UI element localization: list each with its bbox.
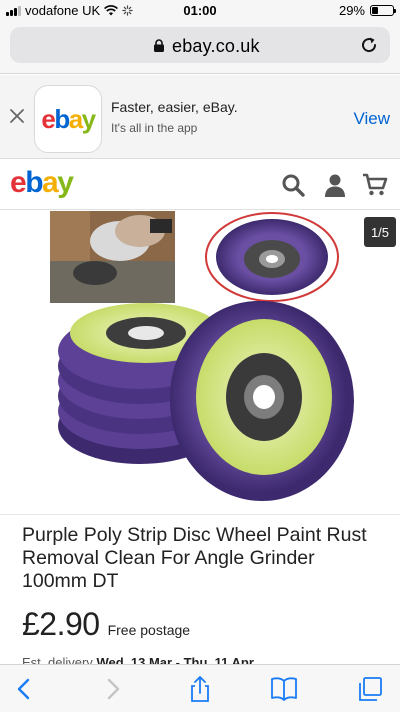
reload-icon[interactable] bbox=[359, 35, 379, 55]
forward-icon[interactable] bbox=[99, 676, 127, 702]
address-bar[interactable]: ebay.co.uk bbox=[10, 27, 390, 63]
browser-address-area: ebay.co.uk bbox=[0, 22, 400, 74]
single-disc-photo bbox=[205, 212, 339, 302]
product-image bbox=[50, 211, 354, 501]
price-row: £2.90 Free postage bbox=[22, 606, 190, 643]
product-gallery[interactable]: 1/5 bbox=[0, 211, 400, 513]
smart-app-banner: ebay Faster, easier, eBay. It's all in t… bbox=[0, 75, 400, 159]
ebay-logo[interactable]: ebay bbox=[10, 166, 74, 200]
product-price: £2.90 bbox=[22, 606, 100, 642]
search-icon[interactable] bbox=[280, 172, 306, 198]
view-app-button[interactable]: View bbox=[353, 109, 390, 129]
banner-title: Faster, easier, eBay. bbox=[111, 99, 238, 115]
battery-group: 29% bbox=[338, 3, 396, 18]
back-icon[interactable] bbox=[10, 676, 38, 702]
url-text: ebay.co.uk bbox=[172, 36, 260, 56]
share-icon[interactable] bbox=[186, 676, 214, 702]
front-disc bbox=[170, 301, 354, 501]
battery-percent: 29% bbox=[338, 3, 365, 18]
battery-icon bbox=[370, 5, 396, 16]
user-icon[interactable] bbox=[322, 172, 348, 198]
banner-subtitle: It's all in the app bbox=[111, 121, 198, 135]
app-logo: ebay bbox=[41, 103, 96, 134]
lock-icon bbox=[154, 39, 164, 52]
inset-photo bbox=[50, 211, 175, 303]
site-header: ebay bbox=[0, 160, 400, 210]
app-icon: ebay bbox=[34, 85, 102, 153]
image-counter: 1/5 bbox=[364, 217, 396, 247]
postage-label: Free postage bbox=[107, 622, 191, 638]
cart-icon[interactable] bbox=[362, 172, 388, 198]
tabs-icon[interactable] bbox=[356, 676, 384, 702]
bookmarks-icon[interactable] bbox=[270, 676, 298, 702]
browser-toolbar bbox=[0, 664, 400, 712]
divider bbox=[0, 514, 400, 515]
product-title: Purple Poly Strip Disc Wheel Paint Rust … bbox=[22, 524, 367, 592]
status-bar: vodafone UK 01:00 29% bbox=[0, 0, 400, 22]
close-icon[interactable] bbox=[8, 107, 26, 125]
